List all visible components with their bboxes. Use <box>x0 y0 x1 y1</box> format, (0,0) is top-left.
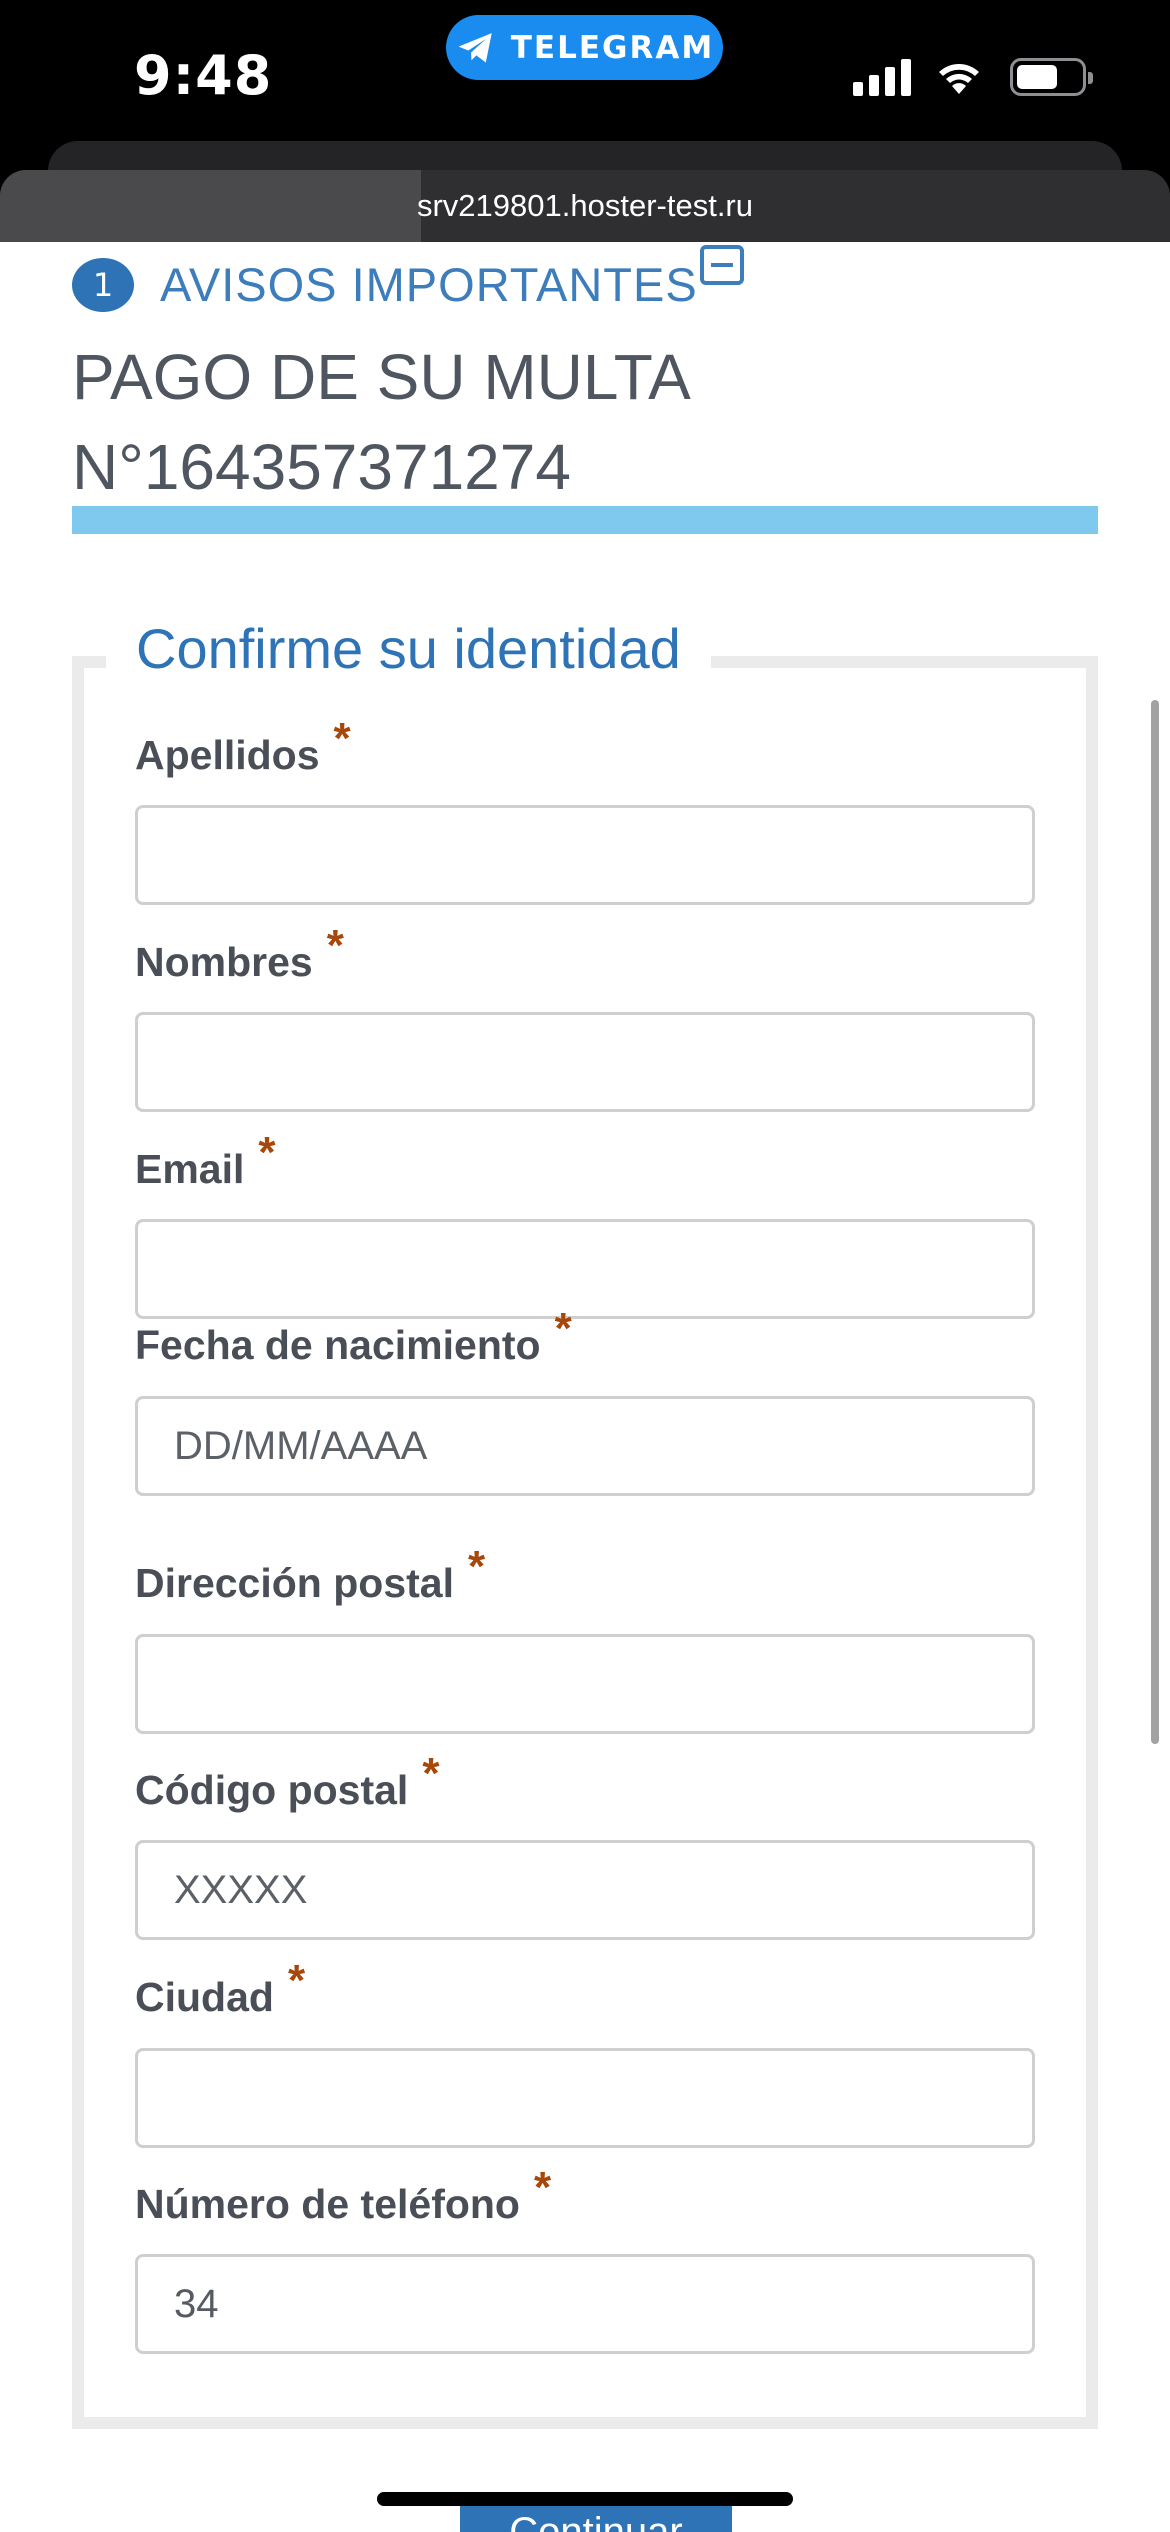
step-number-badge: 1 <box>72 258 134 312</box>
required-asterisk: * <box>467 1542 486 1591</box>
apellidos-input[interactable] <box>135 805 1035 905</box>
birthdate-input[interactable] <box>135 1396 1035 1496</box>
label-text: Fecha de nacimiento <box>135 1322 541 1368</box>
label-ciudad: Ciudad * <box>135 1956 305 2022</box>
nombres-input[interactable] <box>135 1012 1035 1112</box>
postal-code-input[interactable] <box>135 1840 1035 1940</box>
back-to-telegram-button[interactable]: TELEGRAM <box>446 15 723 80</box>
back-app-label: TELEGRAM <box>510 29 715 66</box>
label-fecha-nacimiento: Fecha de nacimiento * <box>135 1304 572 1370</box>
label-apellidos: Apellidos * <box>135 714 351 780</box>
required-asterisk: * <box>333 714 351 763</box>
address-input[interactable] <box>135 1634 1035 1734</box>
required-asterisk: * <box>554 1304 572 1353</box>
phone-input[interactable] <box>135 2254 1035 2354</box>
label-text: Código postal <box>135 1767 409 1813</box>
cellular-signal-icon <box>853 58 911 96</box>
label-text: Nombres <box>135 939 313 985</box>
label-text: Número de teléfono <box>135 2181 520 2227</box>
label-telefono: Número de teléfono * <box>135 2163 551 2229</box>
label-text: Dirección postal <box>135 1560 454 1606</box>
label-email: Email * <box>135 1128 276 1194</box>
fine-number: N°164357371274 <box>72 431 571 503</box>
fine-title: PAGO DE SU MULTA N°164357371274 <box>72 332 1072 512</box>
required-asterisk: * <box>258 1128 276 1177</box>
status-time: 9:48 <box>134 44 273 107</box>
page-scrollbar[interactable] <box>1151 700 1159 1744</box>
minus-square-icon[interactable] <box>700 245 744 285</box>
notice-title: AVISOS IMPORTANTES <box>160 257 698 311</box>
telegram-plane-icon <box>458 32 492 63</box>
required-asterisk: * <box>533 2163 552 2212</box>
fine-title-line-1: PAGO DE SU MULTA <box>72 341 691 413</box>
identity-fieldset <box>72 656 1098 2429</box>
label-nombres: Nombres * <box>135 921 344 987</box>
home-indicator[interactable] <box>377 2492 793 2506</box>
label-direccion-postal: Dirección postal * <box>135 1542 485 1608</box>
notice-header: 1 AVISOS IMPORTANTES <box>72 248 698 312</box>
city-input[interactable] <box>135 2048 1035 2148</box>
label-text: Ciudad <box>135 1974 274 2020</box>
required-asterisk: * <box>287 1956 306 2005</box>
accent-divider <box>72 506 1098 534</box>
url-text: srv219801.hoster-test.ru <box>416 188 753 223</box>
label-text: Apellidos <box>135 732 320 778</box>
wifi-icon <box>939 64 979 94</box>
required-asterisk: * <box>422 1749 440 1798</box>
email-input[interactable] <box>135 1219 1035 1319</box>
battery-icon <box>1010 58 1093 96</box>
label-text: Email <box>135 1146 245 1192</box>
required-asterisk: * <box>326 921 344 970</box>
form-legend: Confirme su identidad <box>106 616 711 681</box>
address-bar[interactable]: srv219801.hoster-test.ru <box>0 170 1170 242</box>
label-codigo-postal: Código postal * <box>135 1749 439 1815</box>
